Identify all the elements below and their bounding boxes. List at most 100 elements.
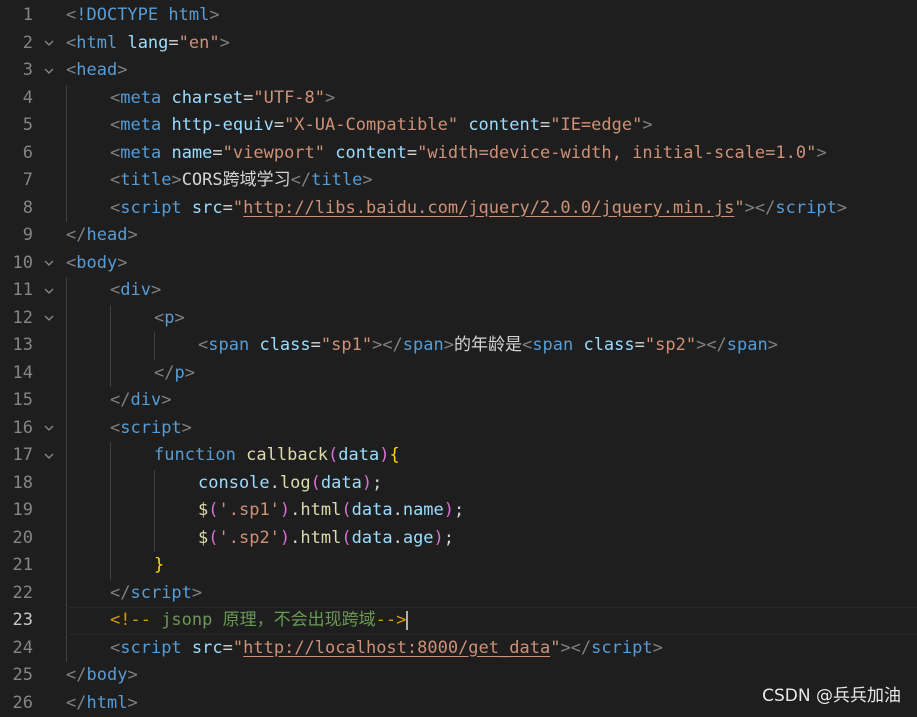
- code-token: (: [208, 500, 218, 520]
- code-token: >: [127, 693, 137, 713]
- line-number: 9: [0, 222, 33, 250]
- code-text: <script src="http://libs.baidu.com/jquer…: [110, 195, 847, 223]
- code-token: >: [175, 308, 185, 328]
- code-token: [249, 335, 259, 355]
- code-text: <!-- jsonp 原理，不会出现跨域-->: [110, 607, 408, 635]
- code-line[interactable]: 8<script src="http://libs.baidu.com/jque…: [0, 195, 917, 223]
- code-token: =: [223, 638, 233, 658]
- code-token: jsonp 原理，不会出现跨域: [151, 610, 376, 630]
- indent-guide: [110, 332, 111, 360]
- code-line[interactable]: 24<script src="http://localhost:8000/get…: [0, 635, 917, 663]
- code-line[interactable]: 16<script>: [0, 415, 917, 443]
- code-token: script: [591, 638, 652, 658]
- code-token: .: [393, 500, 403, 520]
- code-line[interactable]: 10<body>: [0, 250, 917, 278]
- code-token: >: [117, 253, 127, 273]
- code-token: [182, 638, 192, 658]
- code-line[interactable]: 3<head>: [0, 57, 917, 85]
- code-editor[interactable]: 1<!DOCTYPE html>2<html lang="en">3<head>…: [0, 2, 917, 717]
- chevron-down-icon[interactable]: [42, 415, 56, 443]
- code-line[interactable]: 12<p>: [0, 305, 917, 333]
- code-token: (: [311, 473, 321, 493]
- chevron-down-icon[interactable]: [42, 30, 56, 58]
- code-line[interactable]: 1<!DOCTYPE html>: [0, 2, 917, 30]
- line-number: 17: [0, 442, 33, 470]
- link-url[interactable]: http://libs.baidu.com/jquery/2.0.0/jquer…: [243, 198, 734, 218]
- code-line[interactable]: 21}: [0, 552, 917, 580]
- code-token: content: [335, 143, 407, 163]
- chevron-down-icon[interactable]: [42, 250, 56, 278]
- code-token: >: [837, 198, 847, 218]
- indent-guide: [66, 195, 67, 223]
- link-url[interactable]: http://localhost:8000/get_data: [243, 638, 550, 658]
- code-token: html: [168, 5, 209, 25]
- code-token: data: [338, 445, 379, 465]
- code-token: >: [642, 115, 652, 135]
- code-line[interactable]: 15</div>: [0, 387, 917, 415]
- indent-guide: [66, 635, 67, 663]
- code-line[interactable]: 5<meta http-equiv="X-UA-Compatible" cont…: [0, 112, 917, 140]
- code-line[interactable]: 14</p>: [0, 360, 917, 388]
- chevron-down-icon[interactable]: [42, 57, 56, 85]
- code-token: <: [66, 253, 76, 273]
- code-token: span: [727, 335, 768, 355]
- code-line[interactable]: 7<title>CORS跨域学习</title>: [0, 167, 917, 195]
- code-text: console.log(data);: [198, 470, 382, 498]
- code-text: <script>: [110, 415, 192, 443]
- code-text: $('.sp1').html(data.name);: [198, 497, 464, 525]
- code-token: </: [66, 665, 86, 685]
- code-token: .: [393, 528, 403, 548]
- code-token: <: [154, 308, 164, 328]
- code-line[interactable]: 19$('.sp1').html(data.name);: [0, 497, 917, 525]
- code-token: ></: [372, 335, 403, 355]
- code-text: </html>: [66, 690, 138, 717]
- chevron-down-icon[interactable]: [42, 277, 56, 305]
- code-token: =: [540, 115, 550, 135]
- code-token: <!--: [110, 610, 151, 630]
- code-token: p: [164, 308, 174, 328]
- code-line[interactable]: 22</script>: [0, 580, 917, 608]
- code-token: [158, 5, 168, 25]
- code-text: function callback(data){: [154, 442, 400, 470]
- code-token: -->: [376, 610, 407, 630]
- code-token: script: [130, 583, 191, 603]
- line-number: 5: [0, 112, 33, 140]
- code-token: span: [208, 335, 249, 355]
- line-number: 24: [0, 635, 33, 663]
- code-line[interactable]: 11<div>: [0, 277, 917, 305]
- chevron-down-icon[interactable]: [42, 442, 56, 470]
- code-line[interactable]: 20$('.sp2').html(data.age);: [0, 525, 917, 553]
- code-line[interactable]: 23 <!-- jsonp 原理，不会出现跨域-->: [0, 607, 917, 635]
- code-token: =: [243, 88, 253, 108]
- code-token: <: [110, 418, 120, 438]
- code-text: <html lang="en">: [66, 30, 230, 58]
- code-token: title: [120, 170, 171, 190]
- code-token: .: [290, 500, 300, 520]
- code-text: <p>: [154, 305, 185, 333]
- line-number: 10: [0, 250, 33, 278]
- code-token: ></: [696, 335, 727, 355]
- code-token: (: [328, 445, 338, 465]
- code-line[interactable]: 9</head>: [0, 222, 917, 250]
- chevron-down-icon[interactable]: [42, 305, 56, 333]
- code-line[interactable]: 18console.log(data);: [0, 470, 917, 498]
- code-line[interactable]: 6<meta name="viewport" content="width=de…: [0, 140, 917, 168]
- code-line[interactable]: 17 function callback(data){: [0, 442, 917, 470]
- code-token: >: [171, 170, 181, 190]
- code-token: =: [223, 198, 233, 218]
- indent-guide: [110, 525, 111, 553]
- code-text: </body>: [66, 662, 138, 690]
- indent-guide: [66, 387, 67, 415]
- code-token: '.sp2': [219, 528, 280, 548]
- indent-guide: [110, 497, 111, 525]
- code-token: (: [341, 528, 351, 548]
- line-number: 23: [0, 607, 33, 635]
- indent-guide: [154, 525, 155, 553]
- code-line[interactable]: 4<meta charset="UTF-8">: [0, 85, 917, 113]
- code-token: src: [192, 638, 223, 658]
- code-token: ): [444, 500, 454, 520]
- indent-guide: [66, 360, 67, 388]
- code-line[interactable]: 13<span class="sp1"></span>的年龄是<span cla…: [0, 332, 917, 360]
- code-line[interactable]: 2<html lang="en">: [0, 30, 917, 58]
- code-token: script: [120, 198, 181, 218]
